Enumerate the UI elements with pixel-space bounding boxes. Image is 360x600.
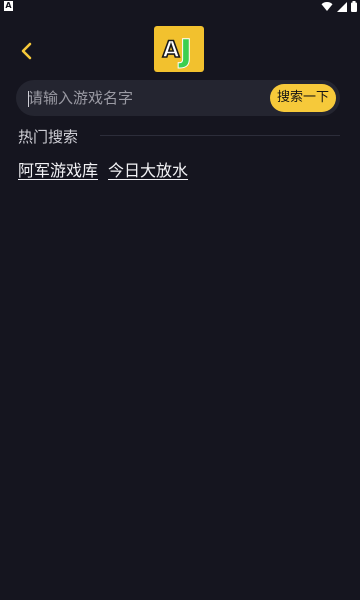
status-icons <box>321 1 357 12</box>
status-bar: A <box>0 0 360 14</box>
hot-search-list: 阿军游戏库 今日大放水 <box>18 157 188 181</box>
header: A J <box>0 14 360 76</box>
search-button[interactable]: 搜索一下 <box>270 84 336 112</box>
back-chevron-icon <box>20 42 34 64</box>
app-logo: A J <box>154 26 204 72</box>
search-bar: 搜索一下 <box>16 80 340 116</box>
hot-search-item[interactable]: 阿军游戏库 <box>18 157 98 181</box>
logo-letter-j: J <box>178 34 191 69</box>
notification-badge: A <box>4 1 13 11</box>
hot-search-title: 热门搜索 <box>18 128 79 146</box>
logo-letter-a: A <box>162 38 179 63</box>
text-caret <box>28 91 29 107</box>
section-divider <box>100 135 340 136</box>
back-button[interactable] <box>14 40 40 66</box>
hot-search-item[interactable]: 今日大放水 <box>108 157 188 181</box>
search-input[interactable] <box>28 80 264 116</box>
